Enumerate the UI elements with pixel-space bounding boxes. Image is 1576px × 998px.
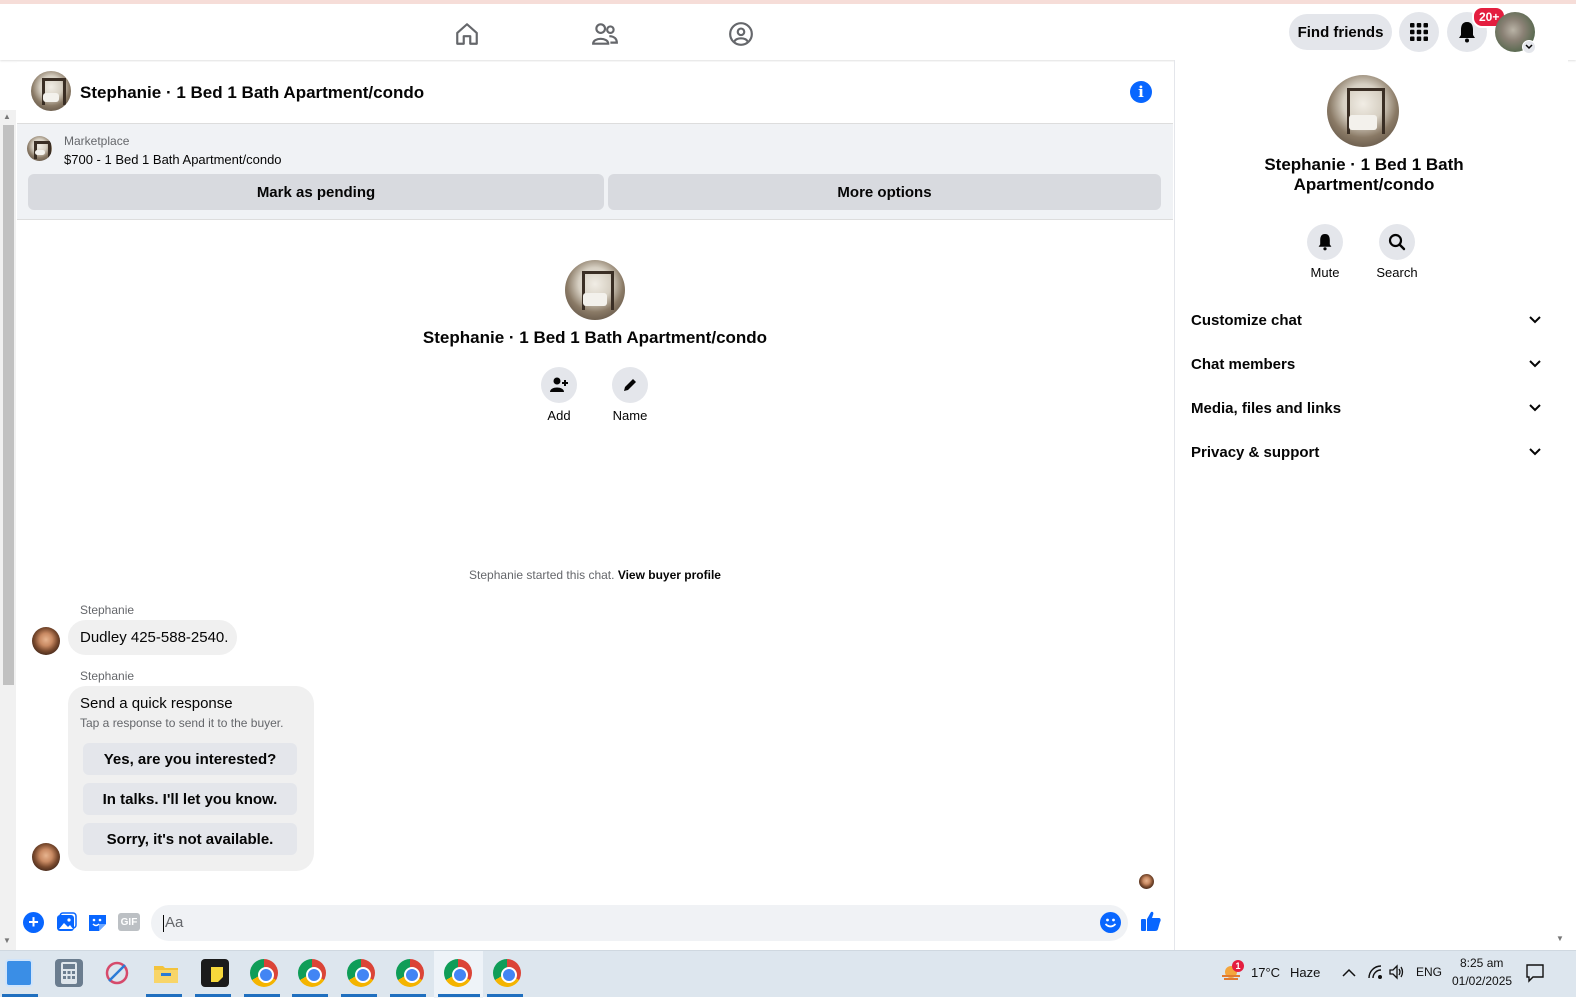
friends-icon[interactable] bbox=[589, 18, 621, 50]
chrome-profile-icon[interactable] bbox=[396, 959, 424, 987]
media-files-links-section[interactable]: Media, files and links bbox=[1191, 393, 1541, 423]
chrome-profile-icon[interactable] bbox=[347, 959, 375, 987]
quick-response-button[interactable]: Yes, are you interested? bbox=[83, 743, 297, 775]
clock-date[interactable]: 01/02/2025 bbox=[1452, 974, 1512, 988]
snipping-tool-icon[interactable] bbox=[103, 959, 131, 987]
scrollbar-thumb[interactable] bbox=[3, 125, 14, 685]
mark-as-pending-button[interactable]: Mark as pending bbox=[28, 174, 604, 210]
chrome-profile-icon[interactable] bbox=[298, 959, 326, 987]
section-label: Privacy & support bbox=[1191, 443, 1320, 461]
plus-icon[interactable]: + bbox=[23, 912, 44, 933]
chat-avatar[interactable] bbox=[31, 71, 71, 111]
chat-members-section[interactable]: Chat members bbox=[1191, 349, 1541, 379]
home-icon[interactable] bbox=[451, 18, 483, 50]
search-icon[interactable] bbox=[1379, 224, 1415, 260]
chat-title[interactable]: Stephanie · 1 Bed 1 Bath Apartment/condo bbox=[80, 83, 424, 103]
weather-description[interactable]: Haze bbox=[1290, 965, 1320, 980]
sticky-notes-icon[interactable] bbox=[201, 959, 229, 987]
weather-temperature[interactable]: 17°C bbox=[1251, 965, 1280, 980]
chat-scrollbar[interactable]: ▲ ▼ bbox=[0, 110, 16, 950]
page-scrollbar[interactable]: ▼ bbox=[1552, 60, 1568, 950]
groups-icon[interactable] bbox=[725, 18, 757, 50]
marketplace-label: Marketplace bbox=[64, 134, 130, 148]
volume-icon[interactable] bbox=[1389, 964, 1405, 985]
top-navigation-bar: Find friends 20+ bbox=[0, 0, 1576, 60]
mute-label: Mute bbox=[1310, 265, 1340, 280]
file-explorer-icon[interactable] bbox=[152, 959, 180, 987]
calculator-icon[interactable] bbox=[55, 959, 83, 987]
language-indicator[interactable]: ENG bbox=[1416, 965, 1442, 979]
add-label: Add bbox=[547, 408, 571, 423]
clock-time[interactable]: 8:25 am bbox=[1460, 956, 1503, 970]
more-options-button[interactable]: More options bbox=[608, 174, 1161, 210]
privacy-support-section[interactable]: Privacy & support bbox=[1191, 437, 1541, 467]
sender-avatar[interactable] bbox=[32, 843, 60, 871]
info-icon[interactable]: i bbox=[1130, 81, 1152, 103]
message-bubble[interactable]: Dudley 425-588-2540. bbox=[68, 620, 237, 655]
chevron-up-icon[interactable] bbox=[1342, 965, 1356, 983]
emoji-icon[interactable] bbox=[1100, 912, 1121, 933]
sticker-icon[interactable] bbox=[87, 912, 108, 938]
section-label: Chat members bbox=[1191, 355, 1296, 373]
message-input-placeholder: Aa bbox=[165, 914, 184, 931]
text-cursor bbox=[163, 915, 164, 932]
chevron-down-icon bbox=[1529, 360, 1541, 368]
scroll-up-arrow-icon[interactable]: ▲ bbox=[3, 112, 11, 121]
name-label: Name bbox=[612, 408, 648, 423]
mute-bell-icon[interactable] bbox=[1307, 224, 1343, 260]
read-receipt-avatar bbox=[1139, 874, 1154, 889]
quick-response-button[interactable]: Sorry, it's not available. bbox=[83, 823, 297, 855]
conversation-avatar[interactable] bbox=[565, 260, 625, 320]
quick-response-button[interactable]: In talks. I'll let you know. bbox=[83, 783, 297, 815]
listing-thumbnail[interactable] bbox=[27, 136, 52, 161]
gif-icon[interactable]: GIF bbox=[118, 913, 140, 931]
sender-avatar[interactable] bbox=[32, 627, 60, 655]
chat-started-text: Stephanie started this chat. bbox=[469, 568, 615, 582]
marketplace-listing-panel: Marketplace $700 - 1 Bed 1 Bath Apartmen… bbox=[17, 124, 1173, 220]
chrome-profile-icon[interactable] bbox=[250, 959, 278, 987]
message-text: Dudley 425-588-2540. bbox=[80, 629, 229, 646]
network-icon[interactable] bbox=[1367, 964, 1383, 985]
customize-chat-section[interactable]: Customize chat bbox=[1191, 305, 1541, 335]
weather-alert-badge: 1 bbox=[1232, 960, 1244, 972]
chrome-profile-icon[interactable] bbox=[493, 959, 521, 987]
chevron-down-icon bbox=[1529, 316, 1541, 324]
chrome-profile-icon[interactable] bbox=[444, 959, 472, 987]
quick-response-title: Send a quick response bbox=[80, 695, 233, 712]
details-title: Stephanie · 1 Bed 1 Bath Apartment/condo bbox=[1264, 155, 1464, 194]
search-label: Search bbox=[1376, 265, 1418, 280]
scroll-down-arrow-icon[interactable]: ▼ bbox=[3, 936, 11, 945]
find-friends-button[interactable]: Find friends bbox=[1289, 14, 1392, 50]
menu-grid-icon[interactable] bbox=[1399, 12, 1439, 52]
thumbs-up-icon[interactable] bbox=[1140, 910, 1162, 937]
chat-header: Stephanie · 1 Bed 1 Bath Apartment/condo… bbox=[17, 62, 1173, 124]
add-person-icon[interactable] bbox=[541, 367, 577, 403]
message-input[interactable]: Aa bbox=[151, 905, 1128, 941]
chevron-down-icon bbox=[1529, 448, 1541, 456]
windows-taskbar: 1 17°C Haze ENG 8:25 am 01/02/2025 bbox=[0, 950, 1576, 998]
pencil-icon[interactable] bbox=[612, 367, 648, 403]
notification-center-icon[interactable] bbox=[1525, 963, 1545, 988]
message-sender: Stephanie bbox=[80, 603, 135, 617]
conversation-title: Stephanie · 1 Bed 1 Bath Apartment/condo bbox=[422, 328, 768, 347]
listing-text[interactable]: $700 - 1 Bed 1 Bath Apartment/condo bbox=[64, 152, 282, 167]
section-label: Customize chat bbox=[1191, 311, 1302, 329]
details-avatar[interactable] bbox=[1327, 75, 1399, 147]
section-label: Media, files and links bbox=[1191, 399, 1342, 417]
chevron-down-icon[interactable] bbox=[1522, 40, 1536, 54]
photo-icon[interactable] bbox=[56, 912, 77, 938]
chat-details-panel: Stephanie · 1 Bed 1 Bath Apartment/condo… bbox=[1174, 60, 1552, 950]
message-sender: Stephanie bbox=[80, 669, 135, 683]
quick-response-subtext: Tap a response to send it to the buyer. bbox=[80, 716, 284, 730]
scroll-down-arrow-icon[interactable]: ▼ bbox=[1556, 934, 1564, 943]
chat-started-notice: Stephanie started this chat. View buyer … bbox=[17, 568, 1173, 582]
control-panel-icon[interactable] bbox=[5, 959, 33, 987]
view-buyer-profile-link[interactable]: View buyer profile bbox=[618, 568, 721, 582]
chevron-down-icon bbox=[1529, 404, 1541, 412]
